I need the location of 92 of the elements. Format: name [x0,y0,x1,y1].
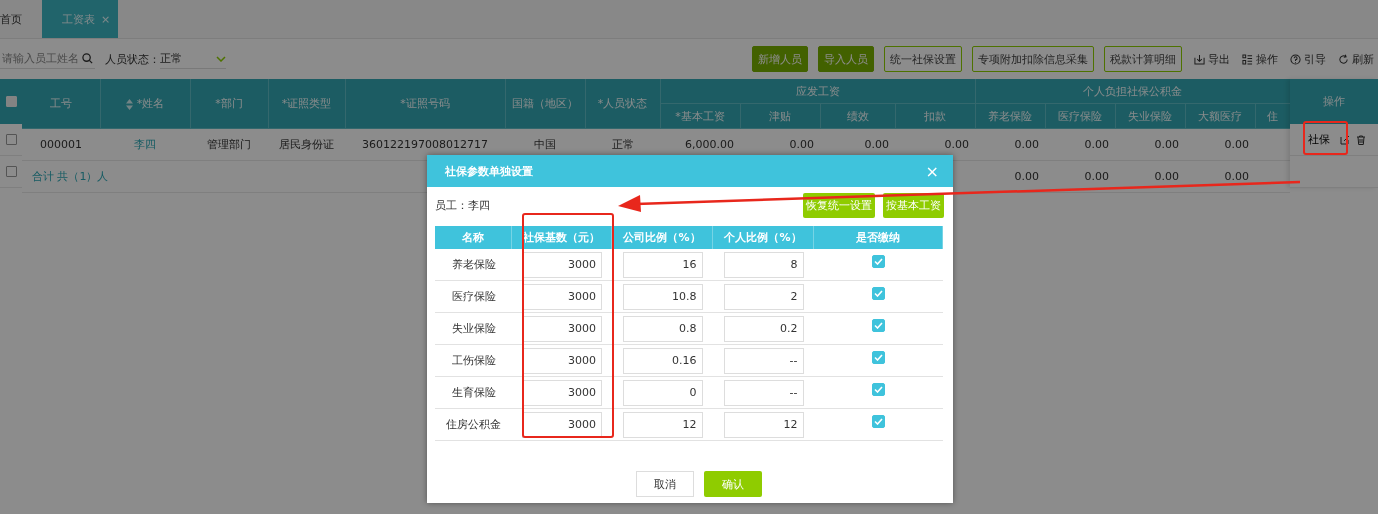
table-cell: 正常 [611,138,634,151]
table-cell: 0.00 [1014,170,1039,183]
sort-icon[interactable] [125,98,133,110]
table-cell: 0.00 [1084,170,1109,183]
column-header: 个人比例（%） [713,226,814,249]
input-field[interactable]: 0.8 [622,315,703,342]
highlight-frame [1303,121,1348,155]
input-field[interactable]: 3000 [522,283,602,310]
column-header: *基本工资 [660,103,740,129]
input-field[interactable]: 0.2 [723,315,804,342]
table-cell: 中国 [534,138,556,151]
column-header: *证照号码 [345,79,505,129]
checkbox[interactable] [872,319,885,332]
column-header: 操作 [1290,79,1378,124]
input-field[interactable]: 3000 [522,379,602,406]
input-field[interactable]: 3000 [522,251,602,278]
search-icon[interactable] [82,53,93,64]
table-cell: 0.00 [1154,170,1179,183]
group-header: 应发工资 [660,79,975,104]
page-tab[interactable]: 首页 [0,0,32,38]
checkbox[interactable] [872,383,885,396]
toolbar-button[interactable]: 统一社保设置 [884,46,962,72]
table-cell: 居民身份证 [279,138,334,151]
column-header: 公司比例（%） [612,226,713,249]
checkbox[interactable] [872,287,885,300]
export-icon [1194,53,1205,65]
table-cell: 000001 [40,138,82,151]
help-icon [1290,53,1301,65]
insurance-name: 养老保险 [451,257,496,272]
input-field[interactable]: 0.16 [622,347,703,374]
columns-icon [1242,53,1253,65]
status-label: 人员状态： [105,51,160,67]
dialog-title: 社保参数单独设置 [445,163,533,179]
row-checkbox[interactable] [5,134,17,145]
table-cell: 0.00 [1224,170,1249,183]
table-cell: 0.00 [864,138,889,151]
insurance-name: 医疗保险 [451,289,496,304]
caret-icon [216,55,226,62]
group-header: 个人负担社保公积金 [975,79,1291,104]
toolbar-action[interactable]: 操作 [1242,51,1278,67]
column-header: 国籍（地区） [505,79,585,129]
insurance-name: 住房公积金 [446,417,501,432]
input-field[interactable]: 16 [622,251,703,278]
checkbox[interactable] [872,255,885,268]
input-field[interactable]: 3000 [522,315,602,342]
input-field[interactable]: 3000 [522,347,602,374]
insurance-name: 失业保险 [451,321,496,336]
employee-label: 员工：李四 [435,197,490,213]
column-header: *证照类型 [268,79,345,129]
toolbar-action[interactable]: 引导 [1290,51,1326,67]
select-all-checkbox[interactable] [5,96,17,107]
input-field[interactable]: 3000 [522,411,602,438]
edit-icon[interactable] [1340,134,1350,145]
input-field[interactable]: 0 [622,379,703,406]
column-header: 扣款 [895,103,975,129]
refresh-icon [1338,53,1349,65]
column-header: *姓名 [100,79,190,129]
input-field[interactable]: 8 [723,251,804,278]
table-cell: 管理部门 [207,138,251,151]
insurance-name: 工伤保险 [451,353,496,368]
column-header: *部门 [190,79,268,129]
input-field[interactable]: -- [723,347,804,374]
table-cell: 6,000.00 [685,138,734,151]
table-cell: 0.00 [1154,138,1179,151]
input-field[interactable]: 2 [723,283,804,310]
toolbar-button[interactable]: 专项附加扣除信息采集 [972,46,1094,72]
column-header: 是否缴纳 [814,226,943,249]
toolbar-button[interactable]: 税款计算明细 [1104,46,1182,72]
column-header: 名称 [435,226,512,249]
checkbox[interactable] [872,351,885,364]
input-field[interactable]: 12 [723,411,804,438]
table-cell: 0.00 [1084,138,1109,151]
checkbox[interactable] [872,415,885,428]
insurance-name: 生育保险 [451,385,496,400]
trash-icon[interactable] [1356,134,1366,145]
input-field[interactable]: 12 [622,411,703,438]
input-field[interactable]: 10.8 [622,283,703,310]
toolbar-action[interactable]: 导出 [1194,51,1230,67]
row-checkbox[interactable] [5,166,17,177]
input-field[interactable]: -- [723,379,804,406]
toolbar-action[interactable]: 刷新 [1338,51,1374,67]
table-cell: 0.00 [1224,138,1249,151]
table-cell: 0.00 [944,138,969,151]
table-cell: 360122197008012717 [362,138,488,151]
table-cell: 0.00 [789,138,814,151]
status-dropdown[interactable]: 正常 [160,49,226,69]
column-header: *人员状态 [585,79,660,129]
column-header: 工号 [22,79,100,129]
cancel-button[interactable]: 取消 [636,471,694,497]
table-cell: 0.00 [1014,138,1039,151]
column-header: 津贴 [740,103,820,129]
total-label: 合计 共（1）人 [22,160,190,193]
